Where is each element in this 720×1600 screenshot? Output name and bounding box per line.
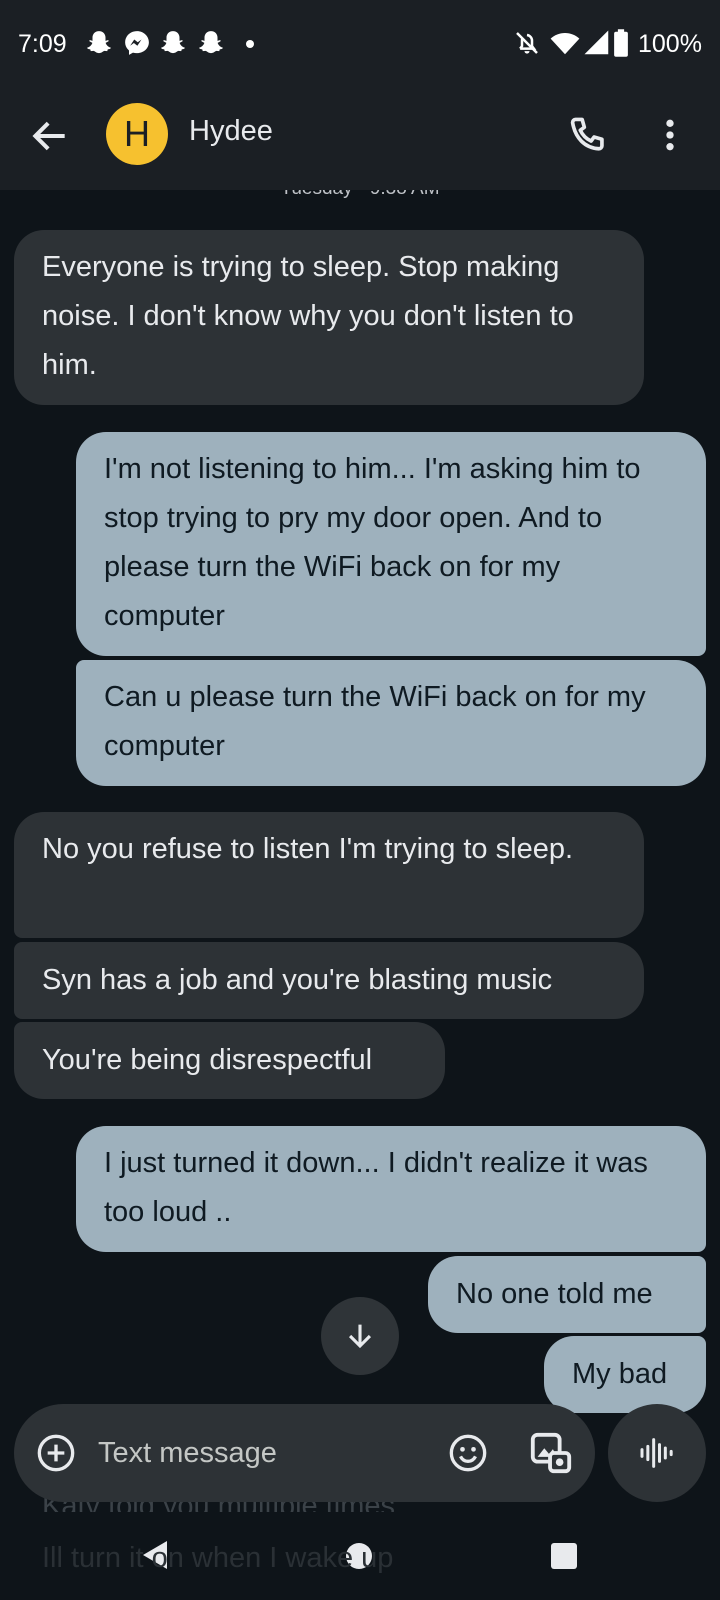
signal-icon	[584, 30, 609, 55]
battery-percentage: 100%	[638, 30, 702, 58]
message-bubble-outgoing[interactable]: Can u please turn the WiFi back on for m…	[76, 660, 706, 786]
conversation-header: H Hydee	[0, 88, 720, 190]
messenger-icon	[125, 31, 149, 55]
message-bubble-incoming[interactable]: No you refuse to listen I'm trying to sl…	[14, 812, 644, 938]
compose-bar	[14, 1404, 595, 1502]
message-bubble-outgoing[interactable]: I just turned it down... I didn't realiz…	[76, 1126, 706, 1252]
emoji-icon[interactable]	[448, 1433, 488, 1473]
message-bubble-incoming[interactable]: You're being disrespectful	[14, 1022, 445, 1099]
status-time: 7:09	[18, 30, 67, 58]
phone-call-icon[interactable]	[566, 110, 610, 160]
more-options-icon[interactable]	[650, 110, 690, 160]
scroll-to-bottom-button[interactable]	[321, 1297, 399, 1375]
text-message-input[interactable]	[98, 1428, 428, 1478]
contact-name[interactable]: Hydee	[189, 115, 273, 148]
message-behind-nav: Ill turn it on when I wake up	[42, 1542, 394, 1574]
message-bubble-outgoing[interactable]: I'm not listening to him... I'm asking h…	[76, 432, 706, 656]
snapchat-icon	[161, 31, 185, 54]
message-thread[interactable]: Tuesday • 9:38 AM Everyone is trying to …	[0, 178, 720, 1600]
wifi-icon	[550, 33, 580, 55]
messages-screen: Tuesday • 9:38 AM Everyone is trying to …	[0, 0, 720, 1600]
message-bubble-outgoing[interactable]: My bad	[544, 1336, 706, 1413]
gallery-attach-icon[interactable]	[528, 1430, 574, 1476]
message-bubble-incoming[interactable]: Syn has a job and you're blasting music	[14, 942, 644, 1019]
battery-icon	[614, 29, 628, 57]
voice-message-button[interactable]	[608, 1404, 706, 1502]
avatar-letter: H	[124, 113, 150, 154]
snapchat-icon	[199, 31, 223, 54]
bell-off-icon	[516, 32, 538, 54]
voice-waveform-icon	[640, 1438, 673, 1468]
status-bar: 7:09 100%	[0, 0, 720, 88]
system-navigation-bar: Ill turn it on when I wake up	[0, 1512, 720, 1600]
nav-recents-icon[interactable]	[551, 1543, 577, 1569]
more-notifications-dot-icon	[246, 40, 254, 48]
add-attachment-icon[interactable]	[36, 1433, 76, 1473]
message-bubble-outgoing[interactable]: No one told me	[428, 1256, 706, 1333]
back-arrow-icon[interactable]	[28, 114, 72, 158]
snapchat-icon	[87, 31, 111, 54]
message-bubble-incoming[interactable]: Everyone is trying to sleep. Stop making…	[14, 230, 644, 405]
contact-avatar[interactable]: H	[106, 103, 168, 165]
arrow-down-icon	[348, 1324, 372, 1349]
